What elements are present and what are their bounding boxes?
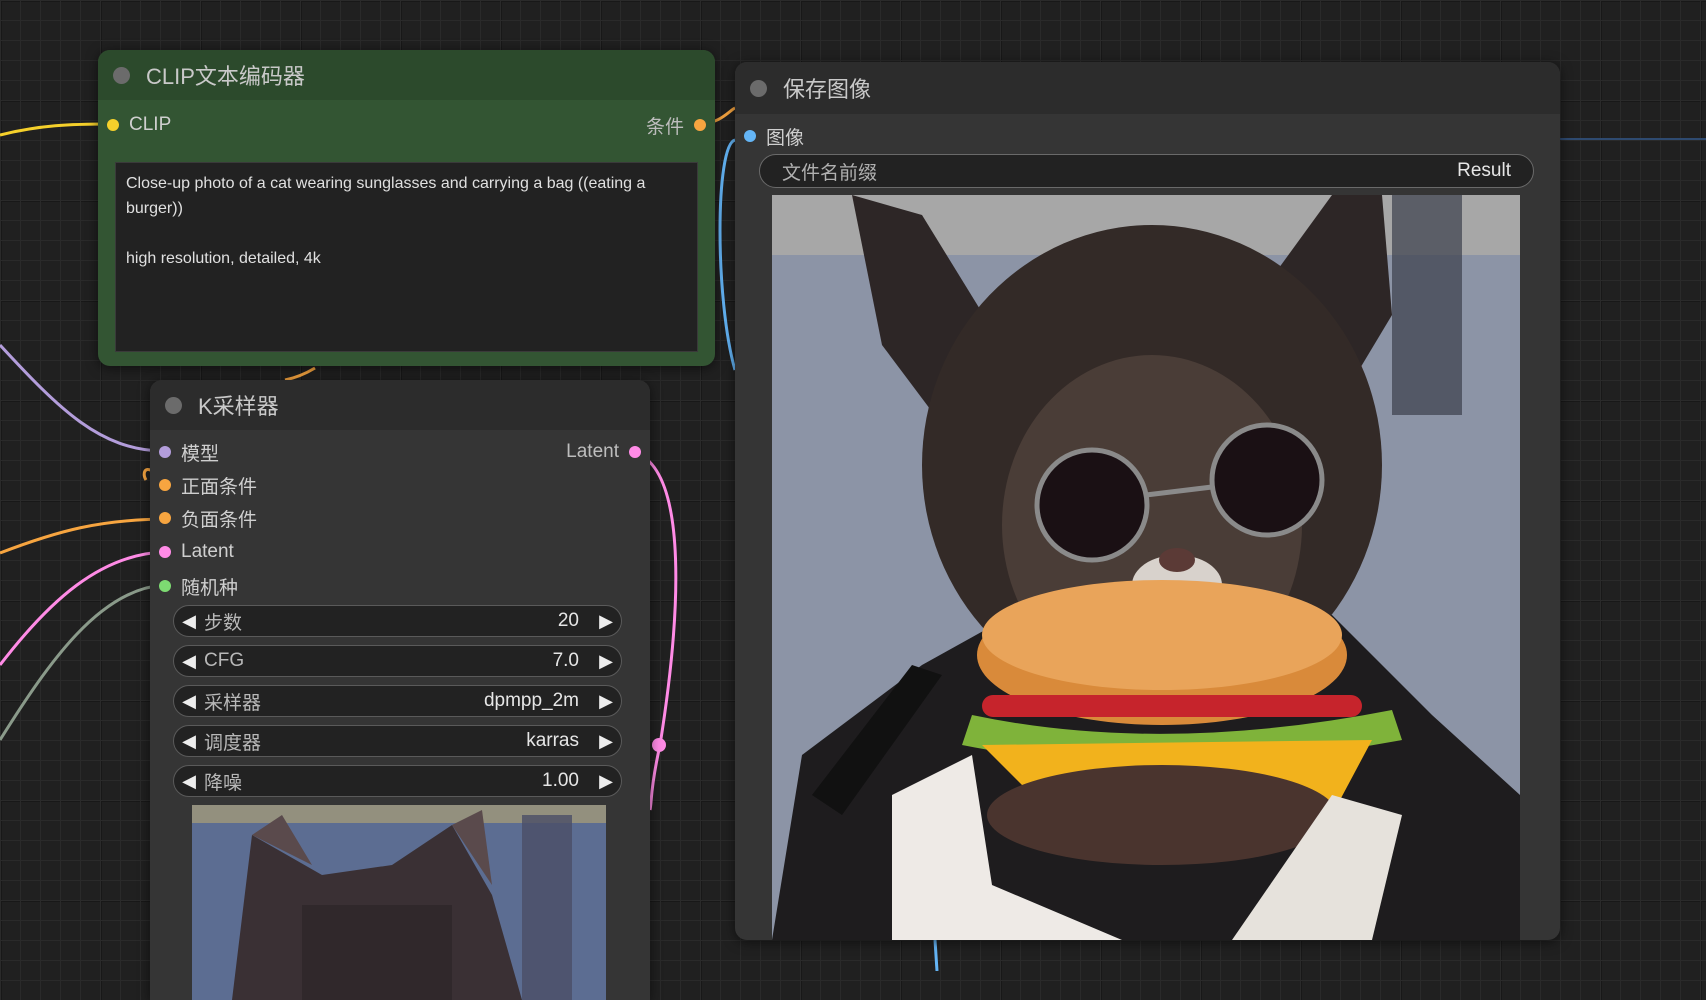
negative-input-label: 负面条件 [181, 509, 258, 531]
ksampler-node-title: K采样器 [198, 394, 279, 419]
ksampler-node[interactable]: K采样器 模型 Latent 正面条件 负面条件 Latent 随机种 ◀ 步数… [150, 380, 650, 1000]
denoise-decrement-arrow-left-icon[interactable]: ◀ [174, 771, 204, 792]
clip-input-label: CLIP [129, 114, 172, 135]
cfg-label: CFG [204, 650, 245, 671]
image-input-label: 图像 [766, 127, 805, 149]
reroute-dot [652, 738, 666, 752]
prompt-textarea[interactable]: Close-up photo of a cat wearing sunglass… [115, 162, 698, 352]
steps-value: 20 [557, 610, 579, 631]
cfg-increment-arrow-right-icon[interactable]: ▶ [591, 651, 621, 672]
seed-wire [0, 583, 164, 741]
latent-output-slot[interactable]: Latent [566, 440, 641, 464]
model-input-label: 模型 [181, 443, 220, 465]
clip-node-status-dot-icon[interactable] [113, 66, 130, 84]
clip-wire [0, 122, 113, 137]
clip-to-k-wire [284, 366, 316, 382]
cat-burger-image [772, 195, 1520, 940]
scheduler-label: 调度器 [204, 732, 262, 754]
denoise-label: 降噪 [204, 772, 243, 794]
positive-input-label: 正面条件 [181, 476, 258, 498]
latent-output-label: Latent [566, 441, 619, 462]
positive-input-slot[interactable]: 正面条件 [159, 473, 258, 498]
seed-input-dot-icon[interactable] [159, 580, 171, 592]
latent-input-label: Latent [181, 541, 234, 562]
latent-wire [0, 550, 164, 666]
image-input-slot[interactable]: 图像 [744, 124, 805, 149]
denoise-increment-arrow-right-icon[interactable]: ▶ [591, 771, 621, 792]
seed-input-slot[interactable]: 随机种 [159, 574, 239, 599]
cfg-widget[interactable]: ◀ CFG 7.0 ▶ [173, 645, 622, 677]
sampler-next-arrow-right-icon[interactable]: ▶ [591, 691, 621, 712]
save-node-header[interactable]: 保存图像 [735, 62, 1560, 114]
filename-prefix-field[interactable]: 文件名前缀 Result [759, 154, 1534, 188]
conditioning-output-dot-icon[interactable] [694, 119, 706, 131]
ksampler-node-status-dot-icon[interactable] [165, 396, 182, 414]
image-out-wire [933, 939, 939, 971]
model-input-dot-icon[interactable] [159, 446, 171, 458]
steps-decrement-arrow-left-icon[interactable]: ◀ [174, 611, 204, 632]
cfg-decrement-arrow-left-icon[interactable]: ◀ [174, 651, 204, 672]
scheduler-prev-arrow-left-icon[interactable]: ◀ [174, 731, 204, 752]
denoise-widget[interactable]: ◀ 降噪 1.00 ▶ [173, 765, 622, 797]
save-image-node[interactable]: 保存图像 图像 文件名前缀 Result [735, 62, 1560, 940]
image-input-dot-icon[interactable] [744, 130, 756, 142]
scheduler-widget[interactable]: ◀ 调度器 karras ▶ [173, 725, 622, 757]
clip-text-encode-node[interactable]: CLIP文本编码器 CLIP 条件 Close-up photo of a ca… [98, 50, 715, 366]
result-image[interactable] [772, 195, 1520, 940]
denoise-value: 1.00 [542, 770, 579, 791]
model-input-slot[interactable]: 模型 [159, 440, 220, 465]
scheduler-next-arrow-right-icon[interactable]: ▶ [591, 731, 621, 752]
sampler-widget[interactable]: ◀ 采样器 dpmpp_2m ▶ [173, 685, 622, 717]
negative-conditioning-wire [0, 517, 164, 555]
filename-prefix-value: Result [1457, 160, 1511, 181]
latent-output-dot-icon[interactable] [629, 446, 641, 458]
negative-input-slot[interactable]: 负面条件 [159, 506, 258, 531]
sampler-value: dpmpp_2m [483, 690, 579, 711]
cfg-value: 7.0 [552, 650, 579, 671]
conditioning-output-slot[interactable]: 条件 [645, 113, 706, 138]
clip-node-header[interactable]: CLIP文本编码器 [98, 50, 715, 100]
clip-input-slot[interactable]: CLIP [107, 113, 171, 137]
scheduler-value: karras [526, 730, 579, 751]
save-node-title: 保存图像 [783, 77, 872, 102]
negative-input-dot-icon[interactable] [159, 512, 171, 524]
save-node-status-dot-icon[interactable] [750, 79, 767, 97]
sampler-label: 采样器 [204, 692, 262, 714]
clip-input-dot-icon[interactable] [107, 119, 119, 131]
conditioning-output-label: 条件 [645, 116, 684, 138]
latent-input-dot-icon[interactable] [159, 546, 171, 558]
steps-increment-arrow-right-icon[interactable]: ▶ [591, 611, 621, 632]
seed-input-label: 随机种 [181, 577, 239, 599]
sampler-prev-arrow-left-icon[interactable]: ◀ [174, 691, 204, 712]
filename-prefix-label: 文件名前缀 [782, 162, 878, 184]
steps-label: 步数 [204, 612, 243, 634]
clip-node-title: CLIP文本编码器 [146, 64, 305, 89]
image-wire [718, 138, 737, 371]
ksampler-node-header[interactable]: K采样器 [150, 380, 650, 430]
positive-input-dot-icon[interactable] [159, 479, 171, 491]
steps-widget[interactable]: ◀ 步数 20 ▶ [173, 605, 622, 637]
latent-input-slot[interactable]: Latent [159, 540, 234, 564]
